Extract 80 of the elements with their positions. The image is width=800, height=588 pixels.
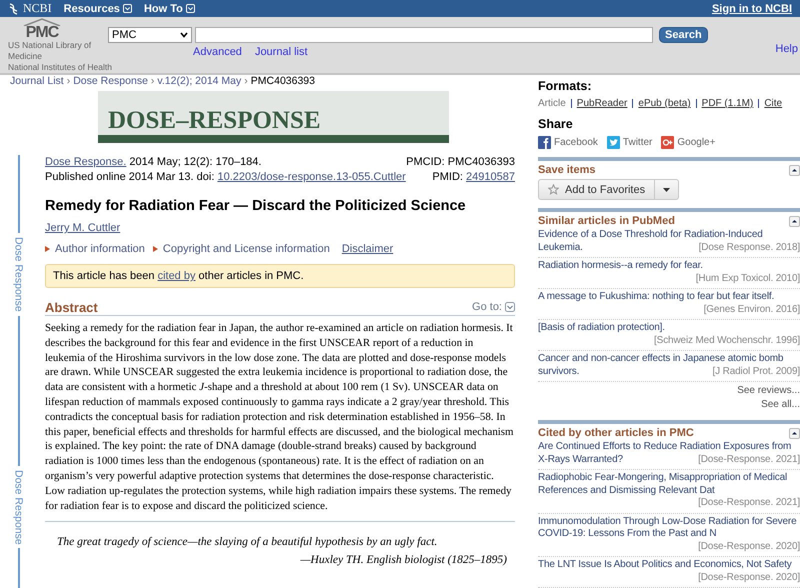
article-entry[interactable]: [Basis of radiation protection]. [Schweiz Med Wochenschr. 1996] [538,320,800,351]
header-link[interactable]: Journal list [254,46,308,58]
article-entry[interactable]: Evidence of a Dose Threshold for Radiation-Induced Leukemia. [Dose Response. 2018] [538,227,800,258]
menu-item[interactable]: How To [144,2,183,14]
share-link[interactable]: Facebook [554,137,598,148]
google-plus-icon[interactable] [661,136,674,149]
chevron-icon[interactable] [505,302,515,312]
caret-icon [180,32,188,38]
expander-link[interactable]: Copyright and License information [162,243,330,255]
section-heading: Abstract [45,300,98,315]
add-to-favorites-button[interactable]: Add to Favorites [538,179,656,200]
triangle-icon [152,246,158,252]
logo-caption: US National Library of [8,40,92,51]
article-entry[interactable]: Radiation hormesis--a remedy for fear. [Hum Exp Toxicol. 2010] [538,258,800,289]
triangle-icon [45,246,50,252]
menu-item[interactable]: Resources [64,2,120,14]
collapse-icon[interactable] [789,216,800,226]
notice-text: This article has been cited by other articles in PMC. [53,270,304,282]
formats-heading: Formats: [538,79,592,93]
section-heading: Similar articles in PubMed [538,215,675,227]
search-field[interactable] [195,27,653,43]
section-heading: Save items [538,164,596,176]
collapse-icon[interactable] [789,428,800,438]
article-title: Remedy for Radiation Fear — Discard the Politicized Science [45,198,467,214]
disclaimer-link[interactable]: Disclaimer [342,243,394,255]
star-icon [548,184,559,195]
format-link[interactable]: Article [538,98,566,109]
abstract-text: Seeking a remedy for the radiation fear in Japan, the author re-examined an article on radiation hormesis. It describes the background for this fear and evidence in the first UNSCEAR report of a reduction in leukemia of the Hiroshima survivors in the low dose zone. The data are plotted and dose-response models are drawn. While UNSCEAR suggested the extra leukemia incidence is proportional to radiation dose, the data are consistent with a hormetic J-shape and a threshold at about 100 rem (1 Sv). UNSCEAR data on lifespan reduction of mammals exposed continuously to gamma rays indicate a 2 gray/year threshold. This contradicts the conceptual basis for radiation protection and risk determination established in 1956–58. In this paper, beneficial effects and thresholds for harmful effects are discussed, and the biological mechanism is explained. The key point: the rate of DNA damage (double-strand breaks) caused by background radiation is 1000 times less than the endogenous (spontaneous) rate. It is the effect of radiation on an organism’s very powerful adaptive protection systems that determines the dose-response characteristic. Low radiation up-regulates the protection systems, while high radiation impairs these systems. The remedy for radiation fear is to expose and discard the politicized science. [45,321,515,514]
format-link[interactable]: PubReader [576,98,628,109]
epigraph-attribution: —Huxley TH. English biologist (1825–1895) [299,554,507,566]
roof-icon [22,18,62,26]
breadcrumb-separator: › [244,75,248,87]
collapse-icon[interactable] [789,164,800,176]
published-text: Published online 2014 Mar 13. doi: 10.2203/dose-response.13-055.Cuttler [45,170,406,185]
pmid-link[interactable]: 24910587 [466,171,515,183]
see-more-link[interactable]: See all... [761,399,800,410]
cited-by-link[interactable]: cited by [158,270,196,282]
format-link[interactable]: ePub (beta) [638,98,691,109]
share-link[interactable]: Google+ [677,137,716,148]
caret-icon [663,188,670,192]
article-entry[interactable]: Radiophobic Fear-Mongering, Misappropriation of Medical References and Dismissing Relevant Dat [Dose-Response. 2021] [538,470,800,514]
format-link[interactable]: PDF (1.1M) [702,98,754,109]
breadcrumb-separator: › [66,75,70,87]
article-entry[interactable]: Cancer and non-cancer effects in Japanese atomic bomb survivors. [J Radiol Prot. 2009] [538,351,800,382]
share-heading: Share [538,117,574,131]
pmid-text: PMID: 24910587 [432,170,515,185]
doi-link[interactable]: 10.2203/dose-response.13-055.Cuttler [217,171,406,183]
facebook-icon[interactable] [538,136,551,149]
ncbi-logo[interactable]: NCBI [23,1,52,16]
search-button[interactable]: Search [659,27,708,43]
help-link[interactable]: Help [775,43,798,55]
journal-link[interactable]: Dose Response. [45,156,126,168]
epigraph-quote: The great tragedy of science—the slaying of a beautiful hypothesis by an ugly fact. [57,536,438,548]
breadcrumb-current: PMC4036393 [250,75,315,87]
sign-in-link[interactable]: Sign in to NCBI [712,2,792,14]
goto-label[interactable]: Go to: [472,301,502,313]
share-link[interactable]: Twitter [622,137,652,148]
logo-text[interactable]: PMC [26,26,58,40]
article-entry[interactable]: Immunomodulation Through Low-Dose Radiation for Severe COVID-19: Lessons From the Past and N [Dose-Response. 2020] [538,514,800,557]
format-link[interactable]: Cite [764,98,782,109]
article-entry[interactable]: The LNT Issue Is About Politics and Economics, Not Safety [Dose-Response. 2020] [538,557,800,588]
expander-link[interactable]: Author information [55,243,145,255]
pmcid-text: PMCID: PMC4036393 [406,155,515,170]
database-select[interactable]: PMC [108,27,192,43]
breadcrumb-link[interactable]: Journal List [10,75,64,87]
helix-icon [8,2,19,14]
article-entry[interactable]: A message to Fukushima: nothing to fear but fear itself. [Genes Environ. 2016] [538,289,800,320]
section-heading: Cited by other articles in PMC [538,427,694,439]
twitter-icon[interactable] [606,136,620,149]
author-link[interactable]: Jerry M. Cuttler [45,222,120,234]
breadcrumb-link[interactable]: Dose Response [73,75,148,87]
breadcrumb-link[interactable]: v.12(2); 2014 May [157,75,242,87]
header-link[interactable]: Advanced [193,46,242,58]
citation-text: Dose Response. 2014 May; 12(2): 170–184. [45,155,262,170]
dropdown-button[interactable] [655,179,680,200]
breadcrumb-separator: › [150,75,154,87]
article-entry[interactable]: Are Continued Efforts to Reduce Radiation Exposures from X-Rays Warranted? [Dose-Response. 2021] [538,439,800,470]
logo-caption: Medicine [8,51,44,62]
see-more-link[interactable]: See reviews... [737,385,800,396]
journal-logo-text: DOSE–RESPONSE [108,107,321,135]
